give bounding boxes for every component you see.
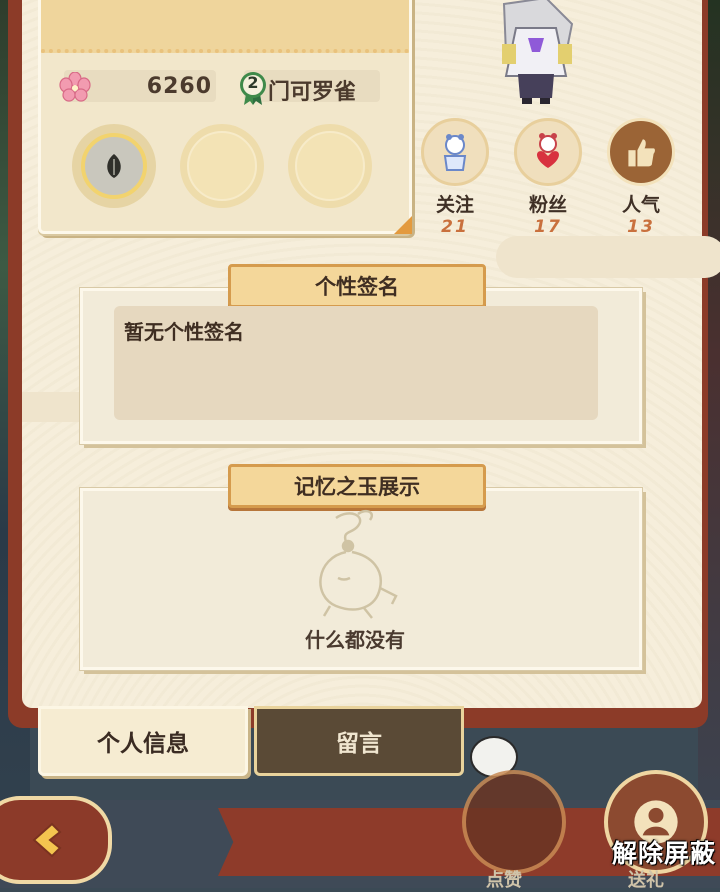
follow-label: 关注	[435, 194, 474, 216]
sakura-icon	[59, 72, 91, 102]
doll-icon	[421, 118, 489, 186]
empty-mascot-icon	[319, 509, 398, 619]
badge-slot-empty[interactable]	[288, 124, 372, 208]
avatar[interactable]	[476, 0, 596, 106]
fans-label: 粉丝	[528, 194, 567, 216]
like-label: 点赞	[486, 870, 522, 891]
tab-messages[interactable]: 留言	[254, 706, 464, 776]
fans-stat[interactable]: 粉丝 17	[513, 118, 583, 237]
cloud-decoration	[496, 236, 720, 278]
thumbs-up-icon	[607, 118, 675, 186]
follow-stat[interactable]: 关注 21	[420, 118, 490, 237]
card-corner	[394, 216, 412, 234]
flower-crest-icon	[187, 131, 257, 201]
score-value: 6260	[146, 74, 212, 99]
popularity-stat[interactable]: 人气 13	[606, 118, 676, 237]
nickname: 门可罗雀	[268, 80, 357, 105]
popularity-count: 13	[627, 217, 655, 237]
heart-doll-icon	[514, 118, 582, 186]
signature-text: 暂无个性签名	[124, 320, 244, 344]
back-button[interactable]	[0, 796, 112, 884]
seed-badge-icon	[81, 133, 147, 199]
memory-title: 记忆之玉展示	[228, 464, 486, 508]
fans-count: 17	[534, 217, 562, 237]
badge-slot-empty[interactable]	[180, 124, 264, 208]
signature-title: 个性签名	[228, 264, 486, 308]
like-button[interactable]	[462, 770, 566, 874]
popularity-label: 人气	[621, 194, 660, 216]
tab-personal-info[interactable]: 个人信息	[38, 706, 248, 776]
level-medal-icon: 2	[236, 70, 270, 106]
level-number: 2	[247, 73, 259, 92]
chevron-left-icon	[32, 822, 62, 858]
badge-slot-equipped[interactable]	[72, 124, 156, 208]
empty-text: 什么都没有	[305, 628, 405, 652]
unblock-label[interactable]: 解除屏蔽	[612, 834, 716, 870]
card-header	[41, 0, 409, 53]
flower-crest-icon	[295, 131, 365, 201]
follow-count: 21	[441, 217, 469, 237]
